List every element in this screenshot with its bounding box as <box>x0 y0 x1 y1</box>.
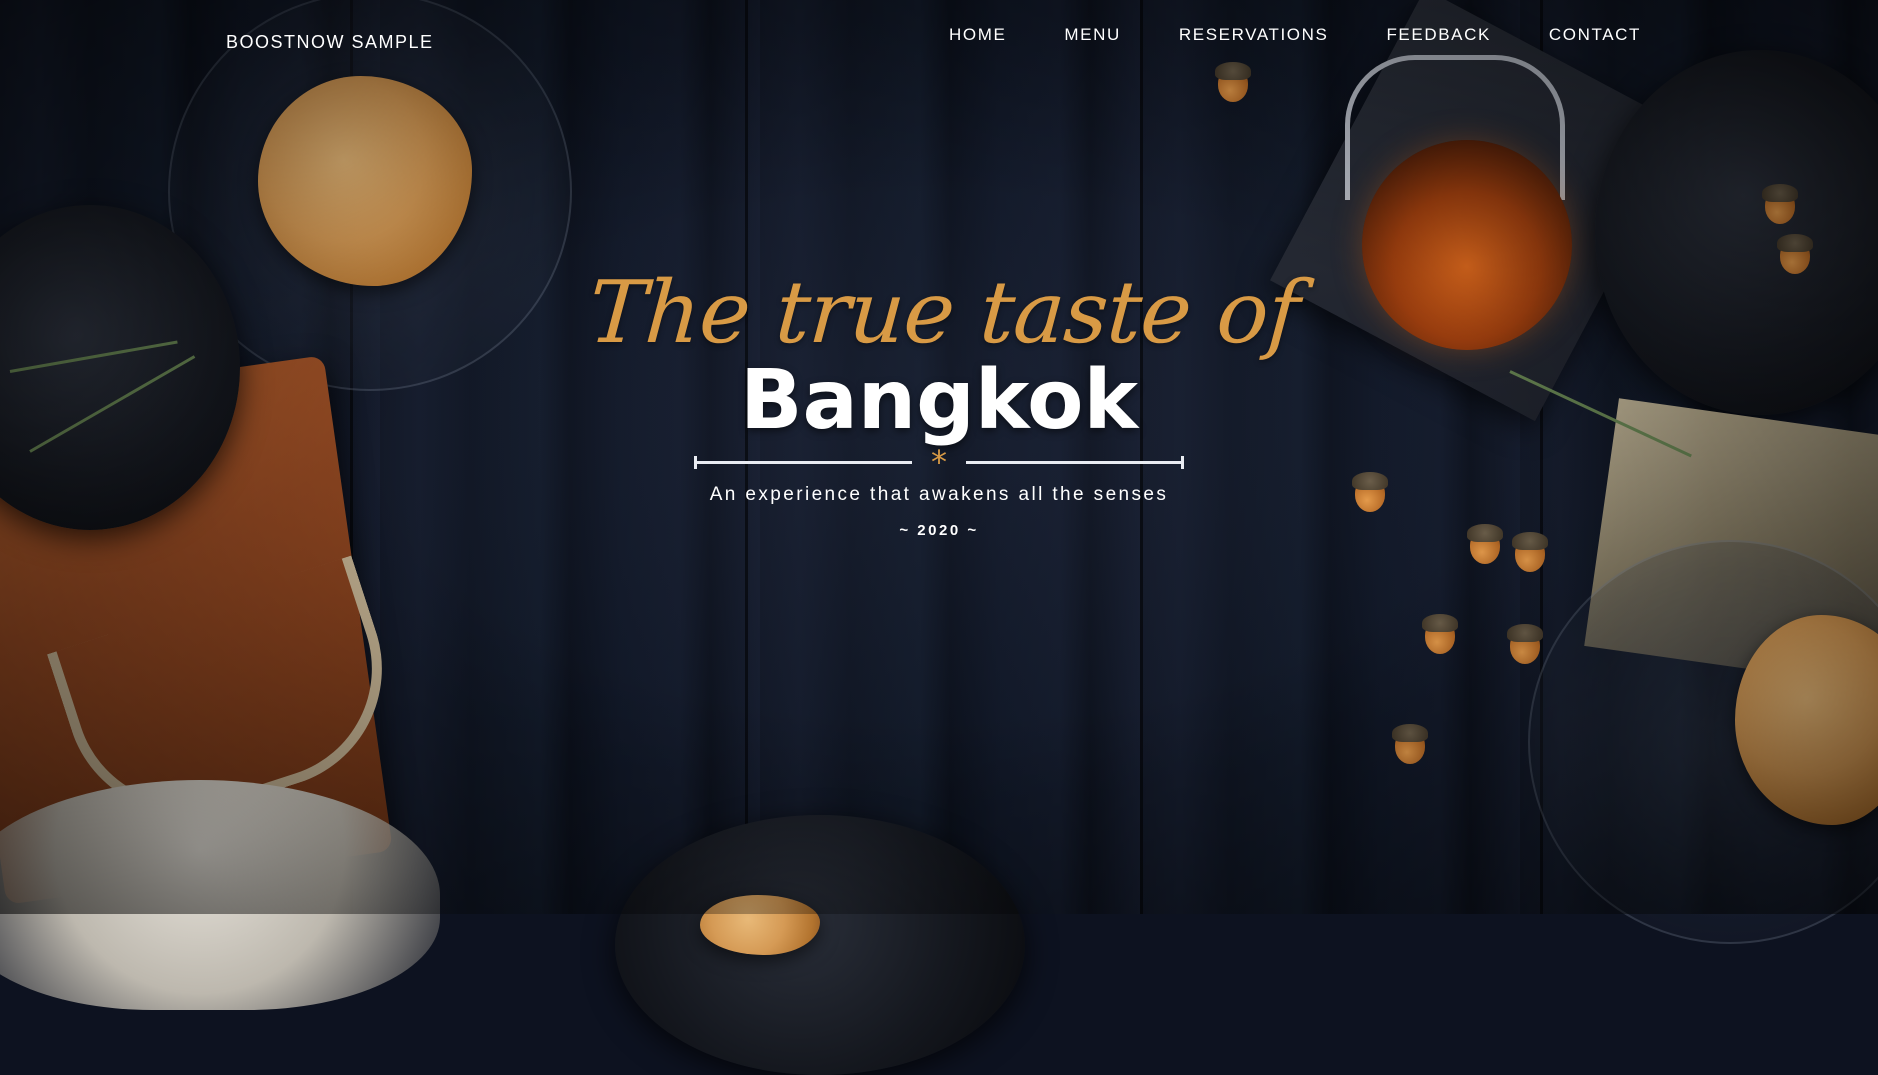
asterisk-icon: * <box>931 443 947 481</box>
hero-section: The true taste of Bangkok * An experienc… <box>0 263 1878 539</box>
main-nav: HOME MENU RESERVATIONS FEEDBACK CONTACT <box>949 25 1641 45</box>
hero-tagline: An experience that awakens all the sense… <box>709 484 1169 505</box>
nav-item-reservations[interactable]: RESERVATIONS <box>1179 25 1329 45</box>
brand-logo-link[interactable]: BOOSTNOW SAMPLE <box>226 32 434 53</box>
hero-city-title: Bangkok <box>739 353 1139 448</box>
hero-year: ~ 2020 ~ <box>899 522 979 539</box>
divider-line <box>966 461 1184 464</box>
divider-cap <box>1181 456 1184 469</box>
divider-line <box>694 461 912 464</box>
nav-item-contact[interactable]: CONTACT <box>1549 25 1641 45</box>
hero-script-title: The true taste of <box>585 263 1303 363</box>
nav-item-menu[interactable]: MENU <box>1064 25 1120 45</box>
nav-item-feedback[interactable]: FEEDBACK <box>1386 25 1490 45</box>
nav-item-home[interactable]: HOME <box>949 25 1006 45</box>
hero-divider: * <box>694 446 1184 478</box>
